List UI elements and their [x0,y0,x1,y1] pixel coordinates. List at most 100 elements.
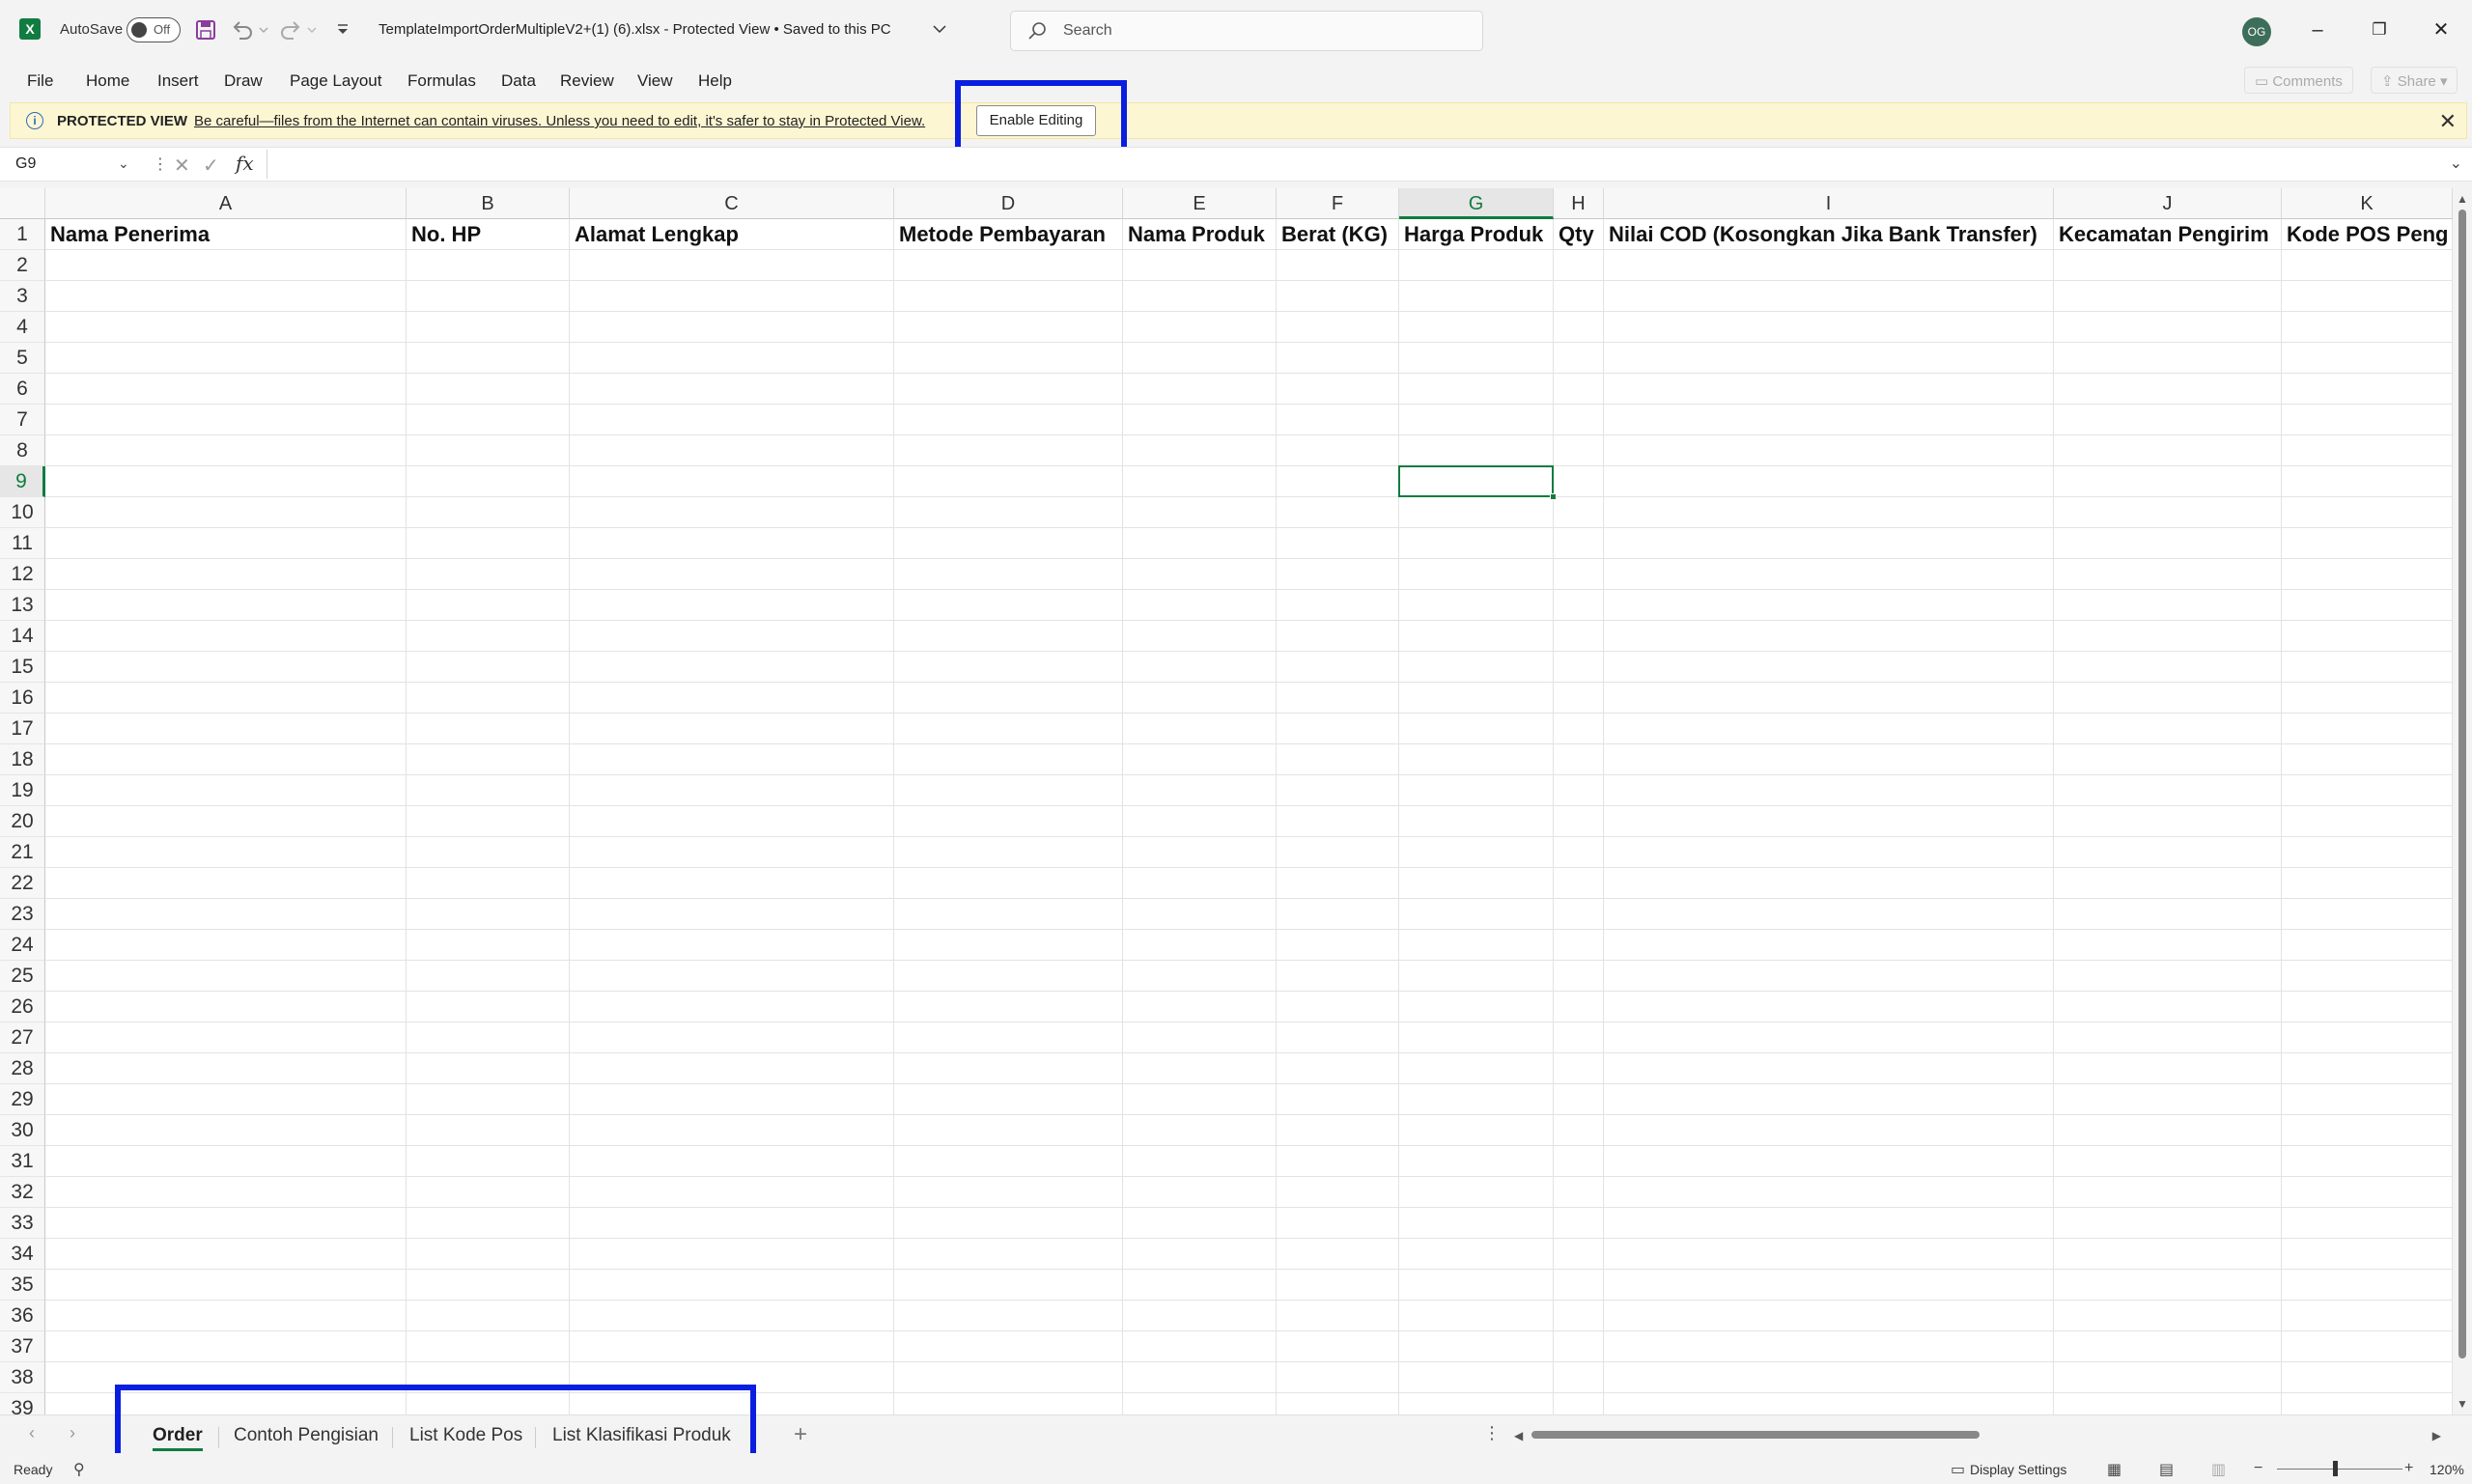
row-header-12[interactable]: 12 [0,559,45,590]
undo-icon[interactable] [230,17,255,42]
row-header-15[interactable]: 15 [0,652,45,683]
row-header-5[interactable]: 5 [0,343,45,374]
column-header-h[interactable]: H [1554,188,1604,219]
column-header-b[interactable]: B [407,188,570,219]
row-header-4[interactable]: 4 [0,312,45,343]
menu-data[interactable]: Data [501,71,536,91]
row-header-20[interactable]: 20 [0,806,45,837]
tab-options-icon[interactable]: ⋮ [1483,1423,1501,1443]
select-all-corner[interactable] [0,188,45,219]
column-header-i[interactable]: I [1604,188,2054,219]
fill-handle[interactable] [1550,493,1557,500]
row-header-11[interactable]: 11 [0,528,45,559]
page-break-view-icon[interactable]: ▥ [2211,1460,2226,1479]
zoom-out-button[interactable]: − [2254,1460,2262,1477]
row-header-9[interactable]: 9 [0,466,45,497]
search-input[interactable]: Search [1010,11,1483,51]
horizontal-scrollbar[interactable]: ◀ ▶ [1514,1425,2441,1444]
row-header-25[interactable]: 25 [0,961,45,992]
name-box-dropdown-icon[interactable]: ⌄ [118,155,129,172]
normal-view-icon[interactable]: ▦ [2107,1460,2121,1479]
row-header-10[interactable]: 10 [0,497,45,528]
row-header-13[interactable]: 13 [0,590,45,621]
row-header-39[interactable]: 39 [0,1393,45,1414]
zoom-slider[interactable] [2277,1469,2402,1470]
scroll-left-icon[interactable]: ◀ [1514,1429,1523,1442]
column-header-a[interactable]: A [45,188,407,219]
display-settings-icon[interactable]: ▭ [1951,1460,1965,1479]
header-cell-b1[interactable]: No. HP [407,219,570,250]
row-header-2[interactable]: 2 [0,250,45,281]
document-title[interactable]: TemplateImportOrderMultipleV2+(1) (6).xl… [379,21,891,38]
zoom-slider-knob[interactable] [2333,1461,2338,1476]
header-cell-g1[interactable]: Harga Produk [1399,219,1554,250]
horizontal-scroll-thumb[interactable] [1531,1431,1980,1439]
header-cell-h1[interactable]: Qty [1554,219,1604,250]
minimize-button[interactable]: – [2298,14,2337,46]
expand-formula-bar-icon[interactable]: ⌄ [2450,154,2462,173]
row-header-33[interactable]: 33 [0,1208,45,1239]
close-window-button[interactable]: ✕ [2422,14,2460,46]
header-cell-d1[interactable]: Metode Pembayaran [894,219,1123,250]
scroll-up-icon[interactable]: ▲ [2457,192,2468,206]
add-sheet-button[interactable]: + [794,1421,807,1448]
row-header-18[interactable]: 18 [0,744,45,775]
row-header-22[interactable]: 22 [0,868,45,899]
row-header-27[interactable]: 27 [0,1022,45,1053]
spreadsheet-grid[interactable]: A B C D E F G H I J K 1 2 3 4 5 6 7 8 9 10 11 12 13 14 15 16 17 18 19… [0,188,2453,1414]
row-header-29[interactable]: 29 [0,1084,45,1115]
zoom-in-button[interactable]: + [2404,1460,2413,1477]
row-header-36[interactable]: 36 [0,1301,45,1331]
header-cell-c1[interactable]: Alamat Lengkap [570,219,894,250]
column-header-f[interactable]: F [1277,188,1399,219]
column-header-g[interactable]: G [1399,188,1554,219]
save-icon[interactable] [193,17,218,42]
menu-insert[interactable]: Insert [157,71,199,91]
display-settings-button[interactable]: Display Settings [1970,1462,2066,1477]
header-cell-a1[interactable]: Nama Penerima [45,219,407,250]
menu-help[interactable]: Help [698,71,732,91]
row-header-1[interactable]: 1 [0,219,45,250]
comments-button[interactable]: ▭ Comments [2244,67,2353,94]
header-cell-j1[interactable]: Kecamatan Pengirim [2054,219,2282,250]
column-header-j[interactable]: J [2054,188,2282,219]
column-header-d[interactable]: D [894,188,1123,219]
scroll-down-icon[interactable]: ▼ [2457,1397,2468,1411]
column-header-e[interactable]: E [1123,188,1277,219]
autosave-toggle[interactable]: Off [126,17,181,42]
row-header-26[interactable]: 26 [0,992,45,1022]
row-header-16[interactable]: 16 [0,683,45,714]
menu-formulas[interactable]: Formulas [407,71,476,91]
menu-file[interactable]: File [27,71,53,91]
header-cell-f1[interactable]: Berat (KG) [1277,219,1399,250]
restore-button[interactable]: ❐ [2360,14,2399,46]
row-header-17[interactable]: 17 [0,714,45,744]
row-header-34[interactable]: 34 [0,1239,45,1270]
header-cell-i1[interactable]: Nilai COD (Kosongkan Jika Bank Transfer) [1604,219,2054,250]
avatar[interactable]: OG [2242,17,2271,46]
accessibility-icon[interactable]: ⚲ [73,1460,85,1479]
title-chevron-down-icon[interactable] [931,19,948,39]
menu-draw[interactable]: Draw [224,71,263,91]
row-header-21[interactable]: 21 [0,837,45,868]
protected-view-message[interactable]: Be careful—files from the Internet can c… [194,113,925,129]
row-header-28[interactable]: 28 [0,1053,45,1084]
header-cell-e1[interactable]: Nama Produk [1123,219,1277,250]
formula-input[interactable] [267,150,2445,179]
active-cell[interactable] [1398,465,1557,500]
insert-function-icon[interactable]: fx [236,152,254,175]
row-header-7[interactable]: 7 [0,405,45,435]
close-message-bar-button[interactable]: ✕ [2439,109,2457,134]
header-cell-k1[interactable]: Kode POS Peng [2282,219,2453,250]
row-header-31[interactable]: 31 [0,1146,45,1177]
undo-dropdown-icon[interactable] [257,17,270,42]
row-header-38[interactable]: 38 [0,1362,45,1393]
menu-view[interactable]: View [637,71,673,91]
column-header-k[interactable]: K [2282,188,2453,219]
vertical-scroll-thumb[interactable] [2458,210,2466,1358]
row-header-30[interactable]: 30 [0,1115,45,1146]
row-header-24[interactable]: 24 [0,930,45,961]
row-header-23[interactable]: 23 [0,899,45,930]
redo-icon[interactable] [278,17,303,42]
row-header-32[interactable]: 32 [0,1177,45,1208]
